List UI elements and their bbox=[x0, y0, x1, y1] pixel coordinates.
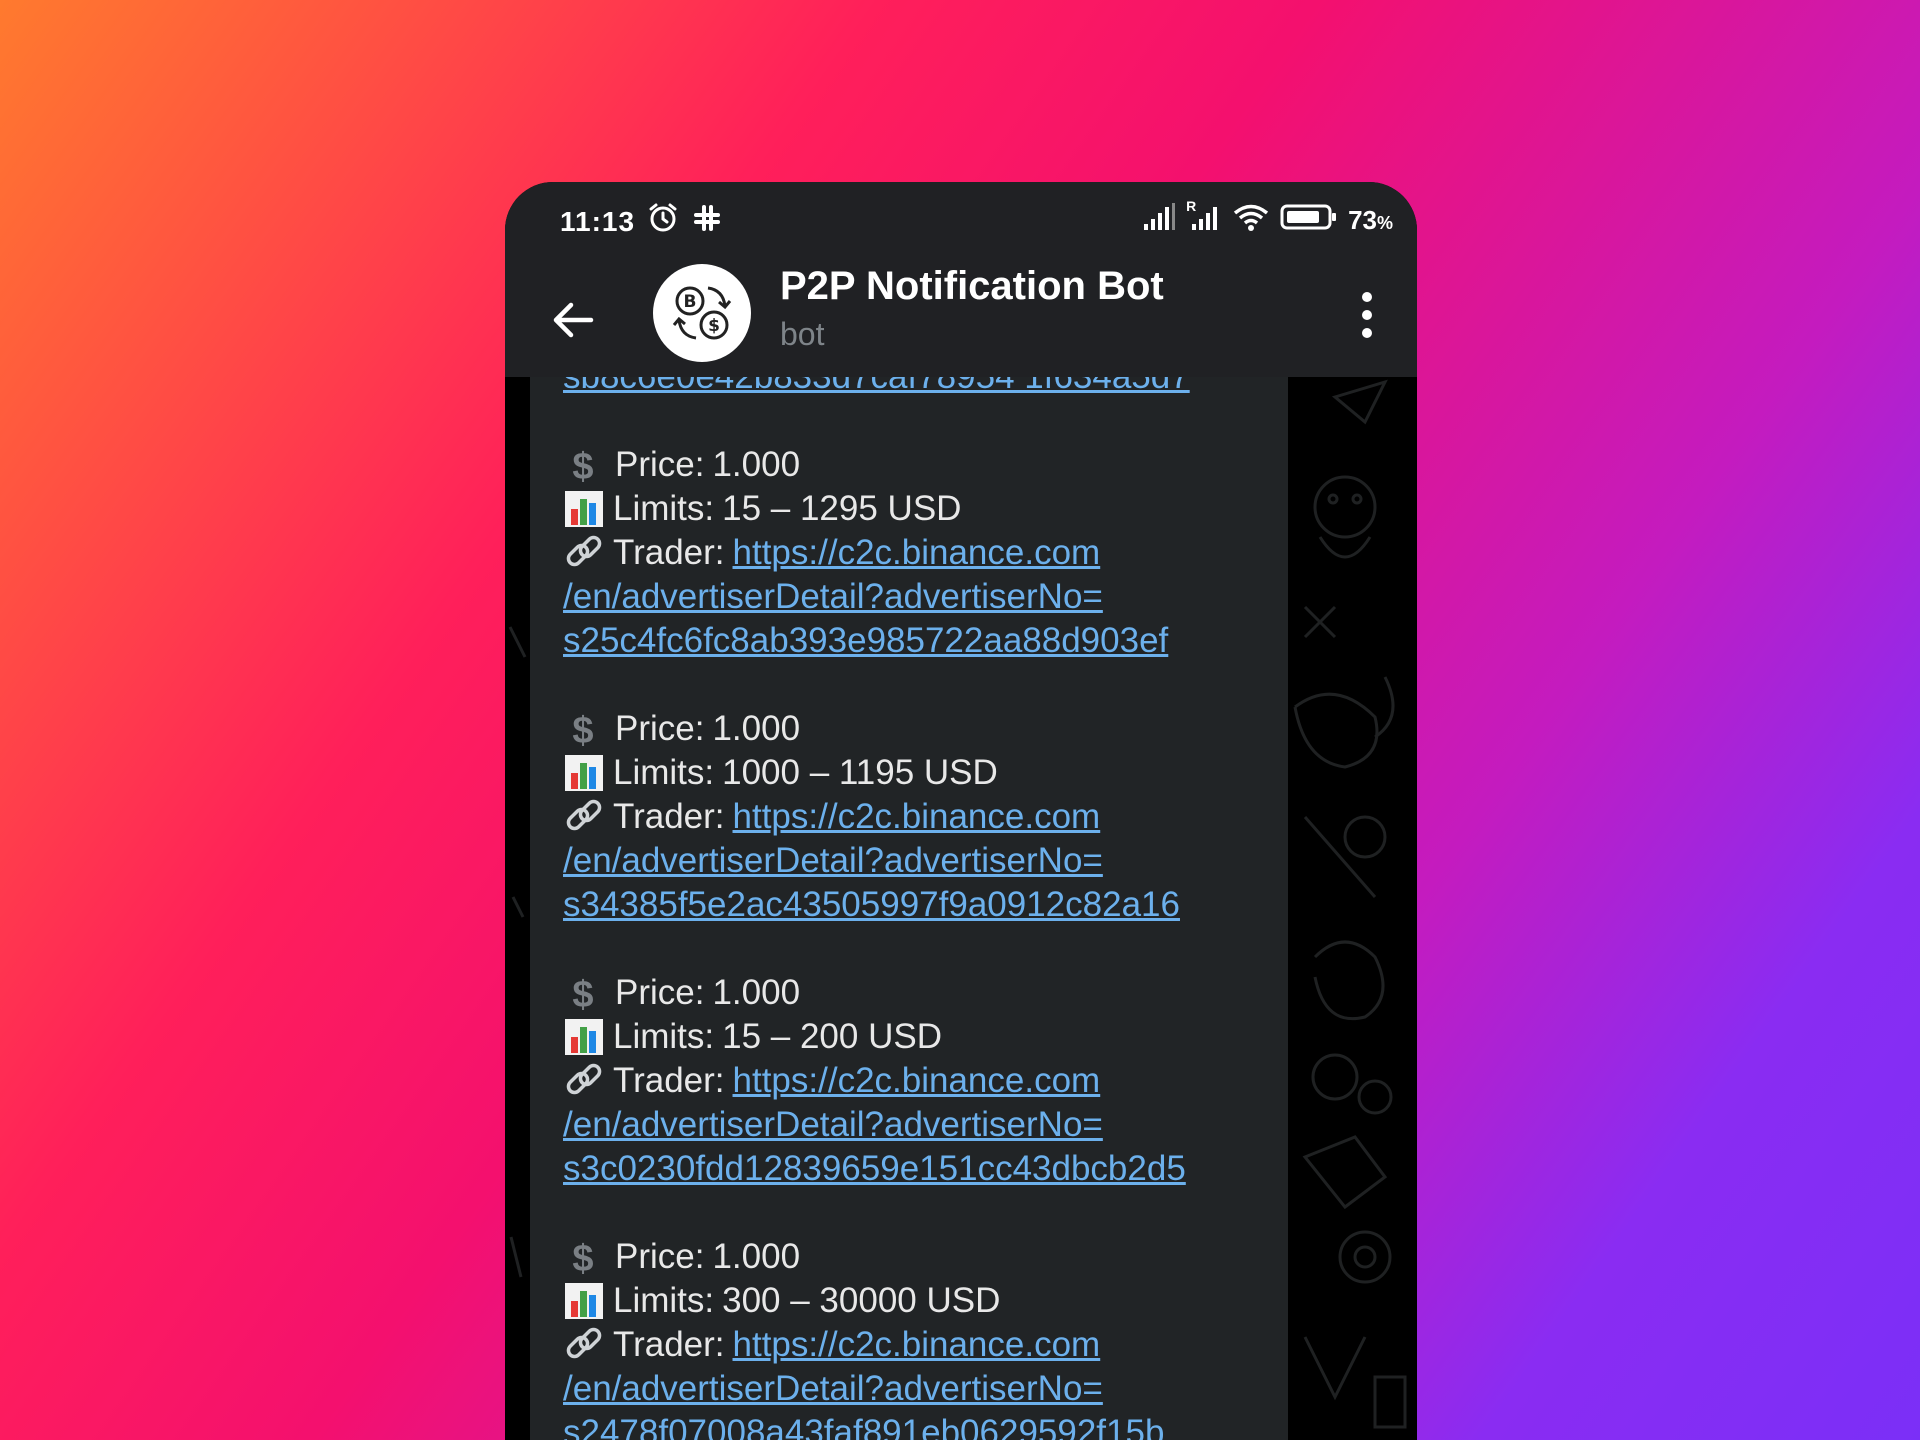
price-line: $ Price: 1.000 bbox=[563, 1235, 1263, 1280]
offer-entry: $ Price: 1.000 Limits: 1000 – 1195 USD T… bbox=[563, 707, 1263, 927]
price-value: 1.000 bbox=[712, 445, 801, 484]
limits-value: 15 – 200 USD bbox=[722, 1017, 942, 1056]
price-line: $ Price: 1.000 bbox=[563, 971, 1263, 1016]
offer-entry: $ Price: 1.000 Limits: 300 – 30000 USD T… bbox=[563, 1235, 1263, 1440]
truncated-link[interactable]: sb8c6e0e42b833d7caf78954 1f634a5d7 bbox=[563, 377, 1263, 399]
trader-link-line: s2478f07008a43faf891eb0629592f15b bbox=[563, 1411, 1263, 1440]
price-value: 1.000 bbox=[712, 973, 801, 1012]
status-right: R 73% bbox=[1142, 198, 1393, 239]
bar-chart-icon bbox=[563, 489, 605, 529]
limits-value: 15 – 1295 USD bbox=[722, 489, 962, 528]
price-value: 1.000 bbox=[712, 709, 801, 748]
trader-label: Trader: bbox=[613, 1061, 725, 1100]
link-icon bbox=[563, 1061, 605, 1101]
trader-link[interactable]: /en/advertiserDetail?advertiserNo= bbox=[563, 575, 1103, 619]
trader-link[interactable]: https://c2c.binance.com bbox=[733, 1323, 1101, 1367]
svg-text:$: $ bbox=[708, 316, 720, 336]
trader-line: Trader: https://c2c.binance.com bbox=[563, 1059, 1263, 1103]
battery-value: 73 bbox=[1348, 205, 1377, 235]
limits-line: Limits: 300 – 30000 USD bbox=[563, 1279, 1263, 1323]
price-label: Price: bbox=[615, 973, 705, 1012]
trader-link-line: /en/advertiserDetail?advertiserNo= bbox=[563, 1367, 1263, 1411]
price-label: Price: bbox=[615, 1237, 705, 1276]
trader-link[interactable]: https://c2c.binance.com bbox=[733, 531, 1101, 575]
bar-chart-icon bbox=[563, 1281, 605, 1321]
trader-link[interactable]: s3c0230fdd12839659e151cc43dbcb2d5 bbox=[563, 1147, 1186, 1191]
trader-link[interactable]: /en/advertiserDetail?advertiserNo= bbox=[563, 1367, 1103, 1411]
limits-line: Limits: 15 – 1295 USD bbox=[563, 487, 1263, 531]
battery-unit: % bbox=[1376, 213, 1393, 233]
status-bar: 11:13 R 73% bbox=[505, 182, 1417, 262]
bitcoin-exchange-icon[interactable]: B $ bbox=[653, 264, 751, 362]
wifi-icon bbox=[1232, 202, 1270, 239]
battery-percent: 73% bbox=[1348, 205, 1393, 236]
link-icon bbox=[563, 1325, 605, 1365]
trader-link[interactable]: https://c2c.binance.com bbox=[733, 1059, 1101, 1103]
svg-text:B: B bbox=[684, 292, 697, 312]
trader-link-line: s25c4fc6fc8ab393e985722aa88d903ef bbox=[563, 619, 1263, 663]
offer-entry: $ Price: 1.000 Limits: 15 – 1295 USD Tra… bbox=[563, 443, 1263, 663]
dollar-icon: $ bbox=[572, 974, 594, 1016]
message-bubble: sb8c6e0e42b833d7caf78954 1f634a5d7 $ Pri… bbox=[530, 377, 1288, 1440]
trader-line: Trader: https://c2c.binance.com bbox=[563, 795, 1263, 839]
limits-label: Limits: bbox=[613, 1017, 715, 1056]
limits-value: 300 – 30000 USD bbox=[722, 1281, 1001, 1320]
message-body: sb8c6e0e42b833d7caf78954 1f634a5d7 $ Pri… bbox=[563, 377, 1263, 1440]
chat-title[interactable]: P2P Notification Bot bbox=[780, 264, 1300, 309]
dollar-icon: $ bbox=[572, 1238, 594, 1280]
trader-link-line: s34385f5e2ac43505997f9a0912c82a16 bbox=[563, 883, 1263, 927]
trader-link-line: s3c0230fdd12839659e151cc43dbcb2d5 bbox=[563, 1147, 1263, 1191]
trader-line: Trader: https://c2c.binance.com bbox=[563, 531, 1263, 575]
trader-line: Trader: https://c2c.binance.com bbox=[563, 1323, 1263, 1367]
limits-value: 1000 – 1195 USD bbox=[722, 753, 998, 792]
trader-link[interactable]: https://c2c.binance.com bbox=[733, 795, 1101, 839]
link-icon bbox=[563, 533, 605, 573]
back-arrow-icon[interactable] bbox=[545, 292, 601, 348]
price-line: $ Price: 1.000 bbox=[563, 707, 1263, 752]
roaming-mark: R bbox=[1186, 198, 1197, 214]
link-icon bbox=[563, 797, 605, 837]
bar-chart-icon bbox=[563, 753, 605, 793]
slack-icon bbox=[691, 202, 723, 241]
dollar-icon: $ bbox=[572, 446, 594, 488]
trader-link[interactable]: s25c4fc6fc8ab393e985722aa88d903ef bbox=[563, 619, 1168, 663]
dollar-icon: $ bbox=[572, 710, 594, 752]
price-label: Price: bbox=[615, 445, 705, 484]
price-line: $ Price: 1.000 bbox=[563, 443, 1263, 488]
signal-icon bbox=[1142, 202, 1176, 239]
phone-frame: 11:13 R 73% B $ P2P Notification Bot bot… bbox=[505, 182, 1417, 1440]
trader-link-line: /en/advertiserDetail?advertiserNo= bbox=[563, 1103, 1263, 1147]
limits-label: Limits: bbox=[613, 489, 715, 528]
limits-label: Limits: bbox=[613, 753, 715, 792]
trader-link[interactable]: /en/advertiserDetail?advertiserNo= bbox=[563, 839, 1103, 883]
trader-link[interactable]: s34385f5e2ac43505997f9a0912c82a16 bbox=[563, 883, 1180, 927]
battery-icon bbox=[1280, 202, 1338, 239]
chat-subtitle: bot bbox=[780, 316, 825, 352]
price-value: 1.000 bbox=[712, 1237, 801, 1276]
limits-label: Limits: bbox=[613, 1281, 715, 1320]
limits-line: Limits: 15 – 200 USD bbox=[563, 1015, 1263, 1059]
trader-label: Trader: bbox=[613, 797, 725, 836]
more-vert-icon[interactable] bbox=[1347, 287, 1387, 343]
trader-link-line: /en/advertiserDetail?advertiserNo= bbox=[563, 839, 1263, 883]
trader-link[interactable]: s2478f07008a43faf891eb0629592f15b bbox=[563, 1411, 1164, 1440]
limits-line: Limits: 1000 – 1195 USD bbox=[563, 751, 1263, 795]
trader-label: Trader: bbox=[613, 533, 725, 572]
trader-link-line: /en/advertiserDetail?advertiserNo= bbox=[563, 575, 1263, 619]
trader-link[interactable]: /en/advertiserDetail?advertiserNo= bbox=[563, 1103, 1103, 1147]
status-time: 11:13 bbox=[560, 206, 636, 237]
signal-icon: R bbox=[1186, 198, 1222, 239]
status-left-icons bbox=[647, 202, 723, 241]
bar-chart-icon bbox=[563, 1017, 605, 1057]
price-label: Price: bbox=[615, 709, 705, 748]
offer-entry: $ Price: 1.000 Limits: 15 – 200 USD Trad… bbox=[563, 971, 1263, 1191]
alarm-icon bbox=[647, 202, 679, 241]
trader-label: Trader: bbox=[613, 1325, 725, 1364]
